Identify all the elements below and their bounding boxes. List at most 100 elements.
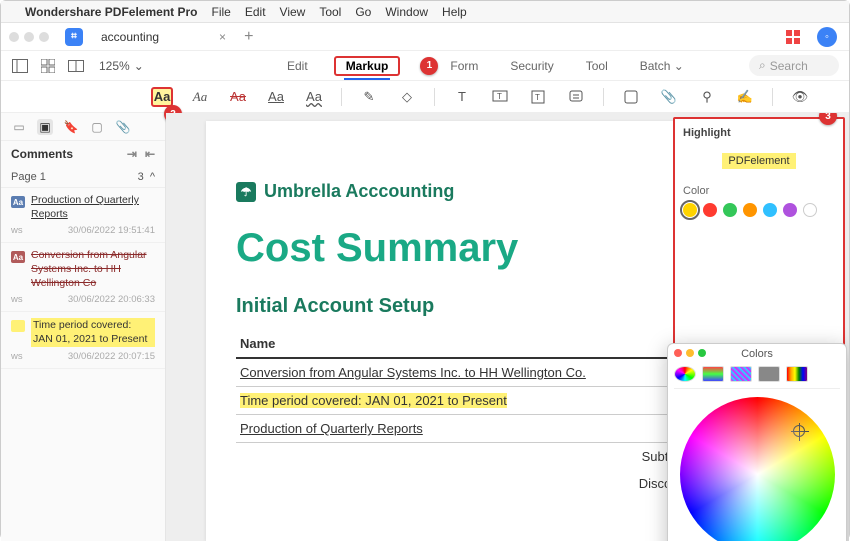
- comment-count: 3: [138, 171, 144, 183]
- app-logo-icon: ⌗: [65, 28, 83, 46]
- main-toolbar: 125%⌄ Edit Markup 1 Form Security Tool B…: [1, 51, 849, 81]
- underline-tool[interactable]: Aa: [265, 87, 287, 107]
- comments-panel-icon[interactable]: ▣: [37, 119, 53, 135]
- callout-tool[interactable]: T: [489, 87, 511, 107]
- menu-go[interactable]: Go: [355, 5, 371, 19]
- eraser-tool[interactable]: ◇: [396, 87, 418, 107]
- document-tab[interactable]: accounting ×: [93, 26, 234, 48]
- company-name: Umbrella Acccounting: [264, 181, 454, 202]
- highlight-tool-selected[interactable]: Aa: [151, 87, 173, 107]
- annotation-type-icon: Aa: [11, 196, 25, 208]
- textbox-tool[interactable]: T: [451, 87, 473, 107]
- tab-markup-highlighted: Markup: [334, 56, 401, 76]
- comment-item[interactable]: Aa Conversion from Angular Systems Inc. …: [1, 243, 165, 312]
- signature-tool[interactable]: ✍: [734, 87, 756, 107]
- shape-tool[interactable]: [620, 87, 642, 107]
- app-name[interactable]: Wondershare PDFelement Pro: [25, 5, 198, 19]
- comment-item[interactable]: Aa Production of Quarterly Reports ws30/…: [1, 188, 165, 243]
- strikethrough-tool[interactable]: Aa: [227, 87, 249, 107]
- comment-time: 30/06/2022 19:51:41: [68, 225, 155, 236]
- picker-palettes-tab[interactable]: [730, 366, 752, 382]
- menu-window[interactable]: Window: [385, 5, 428, 19]
- expand-all-icon[interactable]: ⇤: [145, 147, 155, 161]
- comment-item[interactable]: Time period covered: JAN 01, 2021 to Pre…: [1, 312, 165, 369]
- comment-user: ws: [11, 294, 23, 305]
- cell-name: Conversion from Angular Systems Inc. to …: [240, 365, 586, 380]
- highlight-preview: PDFelement: [683, 153, 835, 167]
- thumbnails-icon[interactable]: [39, 57, 57, 75]
- tab-tool[interactable]: Tool: [580, 56, 614, 76]
- color-swatch[interactable]: [763, 203, 777, 217]
- main-area: ▭ ▣ 🔖 ▢ 📎 Comments ⇥ ⇤ Page 1 3 ^ Aa Pro…: [1, 113, 849, 541]
- reading-mode-icon[interactable]: [67, 57, 85, 75]
- picker-pencils-tab[interactable]: [786, 366, 808, 382]
- apps-grid-icon[interactable]: [785, 29, 801, 45]
- comment-time: 30/06/2022 20:06:33: [68, 294, 155, 305]
- tab-title: accounting: [101, 30, 159, 44]
- menu-view[interactable]: View: [280, 5, 306, 19]
- toolbar-separator: [434, 88, 435, 106]
- comment-time: 30/06/2022 20:07:15: [68, 351, 155, 362]
- color-swatch[interactable]: [703, 203, 717, 217]
- preview-text: PDFelement: [722, 153, 795, 169]
- svg-text:T: T: [535, 93, 540, 102]
- hide-annotations-tool[interactable]: 👁: [789, 87, 811, 107]
- pencil-tool[interactable]: ✎: [358, 87, 380, 107]
- search-panel-icon[interactable]: ▢: [89, 119, 105, 135]
- sidebar-title: Comments: [11, 147, 73, 161]
- macos-menubar: Wondershare PDFelement Pro File Edit Vie…: [1, 1, 849, 23]
- note-tool[interactable]: T: [527, 87, 549, 107]
- picker-image-tab[interactable]: [758, 366, 780, 382]
- sidebar-tabstrip: ▭ ▣ 🔖 ▢ 📎: [1, 113, 165, 141]
- col-name: Name: [236, 330, 729, 358]
- tab-security[interactable]: Security: [504, 56, 559, 76]
- tab-markup[interactable]: Markup: [340, 56, 395, 76]
- popover-traffic-lights[interactable]: [674, 349, 706, 357]
- page-group-header[interactable]: Page 1 3 ^: [1, 167, 165, 188]
- menu-file[interactable]: File: [212, 5, 231, 19]
- color-wheel[interactable]: [680, 397, 835, 541]
- panel-title: Highlight: [683, 127, 835, 139]
- thumbnail-panel-icon[interactable]: ▭: [11, 119, 27, 135]
- color-swatch[interactable]: [743, 203, 757, 217]
- tab-edit[interactable]: Edit: [281, 56, 314, 76]
- color-swatch[interactable]: [783, 203, 797, 217]
- page-label: Page 1: [11, 171, 46, 183]
- comments-sidebar: ▭ ▣ 🔖 ▢ 📎 Comments ⇥ ⇤ Page 1 3 ^ Aa Pro…: [1, 113, 166, 541]
- window-traffic-lights[interactable]: [9, 32, 49, 42]
- user-avatar[interactable]: ◦: [817, 27, 837, 47]
- attachments-panel-icon[interactable]: 📎: [115, 119, 131, 135]
- document-canvas[interactable]: ☂ Umbrella Acccounting Cost Summary Init…: [166, 113, 849, 541]
- picker-sliders-tab[interactable]: [702, 366, 724, 382]
- sidebar-toggle-icon[interactable]: [11, 57, 29, 75]
- bookmark-panel-icon[interactable]: 🔖: [63, 119, 79, 135]
- zoom-dropdown[interactable]: 125%⌄: [99, 59, 144, 73]
- menu-tool[interactable]: Tool: [319, 5, 341, 19]
- color-swatch[interactable]: [723, 203, 737, 217]
- tab-close-icon[interactable]: ×: [219, 30, 226, 44]
- new-tab-button[interactable]: +: [244, 28, 253, 46]
- toolbar-separator: [772, 88, 773, 106]
- cell-name: Production of Quarterly Reports: [240, 421, 423, 436]
- search-icon: ⌕: [759, 58, 766, 73]
- collapse-all-icon[interactable]: ⇥: [127, 147, 137, 161]
- picker-wheel-tab[interactable]: [674, 366, 696, 382]
- sticky-note-tool[interactable]: [565, 87, 587, 107]
- tab-batch[interactable]: Batch ⌄: [634, 56, 690, 76]
- menu-help[interactable]: Help: [442, 5, 467, 19]
- stamp-tool[interactable]: ⚲: [696, 87, 718, 107]
- squiggly-tool[interactable]: Aa: [303, 87, 325, 107]
- menu-edit[interactable]: Edit: [245, 5, 266, 19]
- attachment-tool[interactable]: 📎: [658, 87, 680, 107]
- toolbar-separator: [341, 88, 342, 106]
- color-reticle[interactable]: [793, 425, 805, 437]
- callout-3: 3: [819, 113, 837, 125]
- color-swatch[interactable]: [683, 203, 697, 217]
- color-swatch[interactable]: [803, 203, 817, 217]
- tab-form[interactable]: Form: [444, 56, 484, 76]
- search-box[interactable]: ⌕ Search: [749, 55, 839, 76]
- company-logo-icon: ☂: [236, 182, 256, 202]
- annotation-type-icon: [11, 320, 25, 332]
- text-style-tool[interactable]: Aa: [189, 87, 211, 107]
- color-picker-popover[interactable]: Colors ✎ sRGB IEC61966-2.1: [667, 343, 847, 541]
